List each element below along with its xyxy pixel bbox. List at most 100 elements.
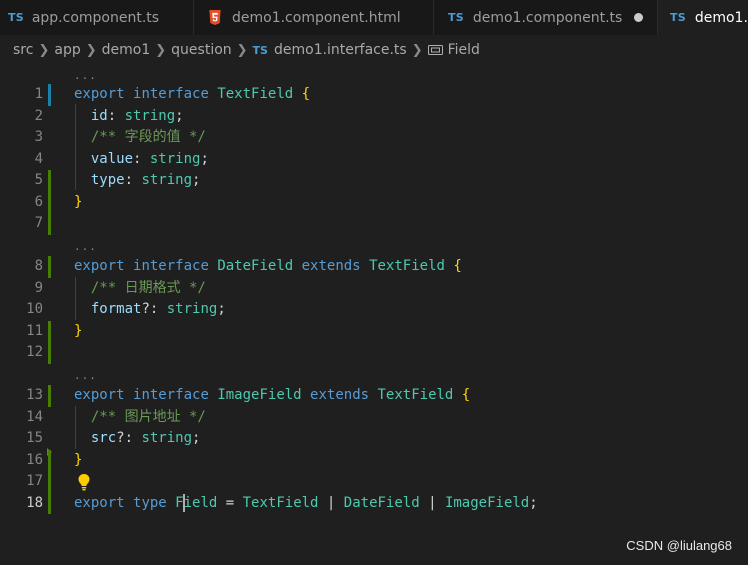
line-number[interactable]: 11	[0, 321, 43, 343]
line-number[interactable]: 3	[0, 127, 43, 149]
code-text: type: string;	[74, 170, 201, 192]
git-added-indicator[interactable]	[48, 449, 51, 471]
line-number[interactable]: 7	[0, 213, 43, 235]
breadcrumb-item-demo1[interactable]: demo1	[102, 42, 151, 58]
code-text: export type Field = TextField | DateFiel…	[74, 493, 538, 515]
code-text: export interface DateField extends TextF…	[74, 256, 462, 278]
line-number[interactable]: 14	[0, 407, 43, 429]
line-number[interactable]: 13	[0, 385, 43, 407]
git-added-indicator[interactable]	[48, 385, 51, 407]
code-token: export	[74, 86, 125, 102]
git-added-indicator[interactable]	[48, 471, 51, 493]
code-line[interactable]: 4 value: string;	[0, 149, 748, 171]
code-token: string	[124, 107, 176, 124]
tab-demo1-interface-ts[interactable]: TS demo1.i	[658, 0, 748, 35]
html5-file-icon	[209, 10, 221, 25]
code-token: string	[166, 301, 218, 317]
chevron-right-icon: ❯	[155, 42, 167, 58]
line-number[interactable]: 6	[0, 192, 43, 214]
line-number[interactable]: 2	[0, 106, 43, 128]
code-token: ?:	[116, 430, 142, 446]
tab-demo1-component-html[interactable]: demo1.component.html	[194, 0, 434, 35]
line-number[interactable]: 4	[0, 149, 43, 171]
line-number[interactable]: 16	[0, 450, 43, 472]
breadcrumb-item-question[interactable]: question	[171, 42, 231, 58]
fold-marker[interactable]: ...	[0, 365, 748, 387]
unsaved-changes-dot-icon[interactable]	[634, 13, 643, 22]
code-line[interactable]: 3 /** 字段的值 */	[0, 127, 748, 149]
code-token: type	[133, 494, 167, 511]
line-number[interactable]: 5	[0, 170, 43, 192]
code-line[interactable]: 13 export interface ImageField extends Te…	[0, 385, 748, 407]
line-number[interactable]: 17	[0, 471, 43, 493]
breadcrumb-item-app[interactable]: app	[54, 42, 80, 58]
line-number[interactable]: 18	[0, 493, 43, 515]
code-line[interactable]: 9 /** 日期格式 */	[0, 278, 748, 300]
code-token: TextField	[377, 387, 454, 403]
code-token: string	[149, 150, 201, 167]
code-line[interactable]: 16}	[0, 449, 748, 472]
code-line[interactable]: 7	[0, 213, 748, 235]
code-line[interactable]: 2 id: string;	[0, 106, 748, 128]
code-line[interactable]: 12	[0, 342, 748, 364]
code-token: ;	[192, 430, 201, 446]
chevron-right-icon: ❯	[411, 42, 423, 58]
code-token: export	[74, 258, 125, 274]
code-line[interactable]: 15 src?: string;	[0, 428, 748, 450]
code-text: /** 图片地址 */	[74, 407, 206, 429]
line-number[interactable]: 8	[0, 256, 43, 278]
git-added-indicator[interactable]	[48, 256, 51, 278]
code-line[interactable]: 17	[0, 471, 748, 493]
git-modified-indicator[interactable]	[48, 84, 51, 106]
git-added-indicator[interactable]	[48, 342, 51, 364]
line-number[interactable]: 10	[0, 299, 43, 321]
code-token: value	[90, 150, 134, 167]
code-text: /** 日期格式 */	[74, 278, 206, 300]
tab-label: demo1.component.ts	[472, 9, 623, 26]
tab-app-component-ts[interactable]: TS app.component.ts	[0, 0, 194, 35]
git-added-indicator[interactable]	[48, 213, 51, 235]
code-text: value: string;	[74, 149, 209, 171]
code-line[interactable]: 11}	[0, 320, 748, 343]
code-token: {	[461, 387, 471, 403]
code-token: export	[74, 494, 125, 511]
code-line[interactable]: 14 /** 图片地址 */	[0, 407, 748, 429]
line-number[interactable]: 1	[0, 84, 43, 106]
code-token: /** 日期格式 */	[90, 279, 206, 296]
code-text: /** 字段的值 */	[74, 127, 206, 149]
tab-demo1-component-ts[interactable]: TS demo1.component.ts	[434, 0, 658, 35]
code-token: ;	[192, 172, 201, 188]
code-token: {	[301, 86, 311, 102]
code-editor[interactable]: CSDN @liulang68 ......... 1 export interfa…	[0, 65, 748, 565]
code-line[interactable]: 5 type: string;	[0, 170, 748, 192]
code-text: src?: string;	[74, 428, 201, 450]
code-line[interactable]: 10 format?: string;	[0, 299, 748, 321]
breadcrumb-item-file[interactable]: demo1.interface.ts	[274, 42, 407, 58]
breadcrumb-item-src[interactable]: src	[13, 42, 33, 58]
line-number[interactable]: 12	[0, 342, 43, 364]
git-added-indicator[interactable]	[48, 492, 51, 514]
line-number[interactable]: 9	[0, 278, 43, 300]
code-token: type	[90, 172, 125, 188]
code-token: ;	[200, 150, 209, 167]
code-line[interactable]: 18 export type Field = TextField | DateFi…	[0, 492, 748, 515]
code-token: string	[141, 172, 193, 188]
code-line[interactable]: 6}	[0, 191, 748, 214]
breadcrumb-item-symbol[interactable]: Field	[448, 42, 480, 58]
line-number[interactable]: 15	[0, 428, 43, 450]
git-added-indicator[interactable]	[48, 170, 51, 192]
code-line[interactable]: 8 export interface DateField extends Text…	[0, 256, 748, 278]
code-token: ;	[529, 494, 538, 511]
code-token: /** 图片地址 */	[90, 408, 206, 425]
code-line[interactable]: 1 export interface TextField {	[0, 84, 748, 106]
fold-marker[interactable]: ...	[0, 236, 748, 258]
code-token: |	[318, 494, 344, 511]
git-added-indicator[interactable]	[48, 191, 51, 213]
git-added-indicator[interactable]	[48, 320, 51, 342]
